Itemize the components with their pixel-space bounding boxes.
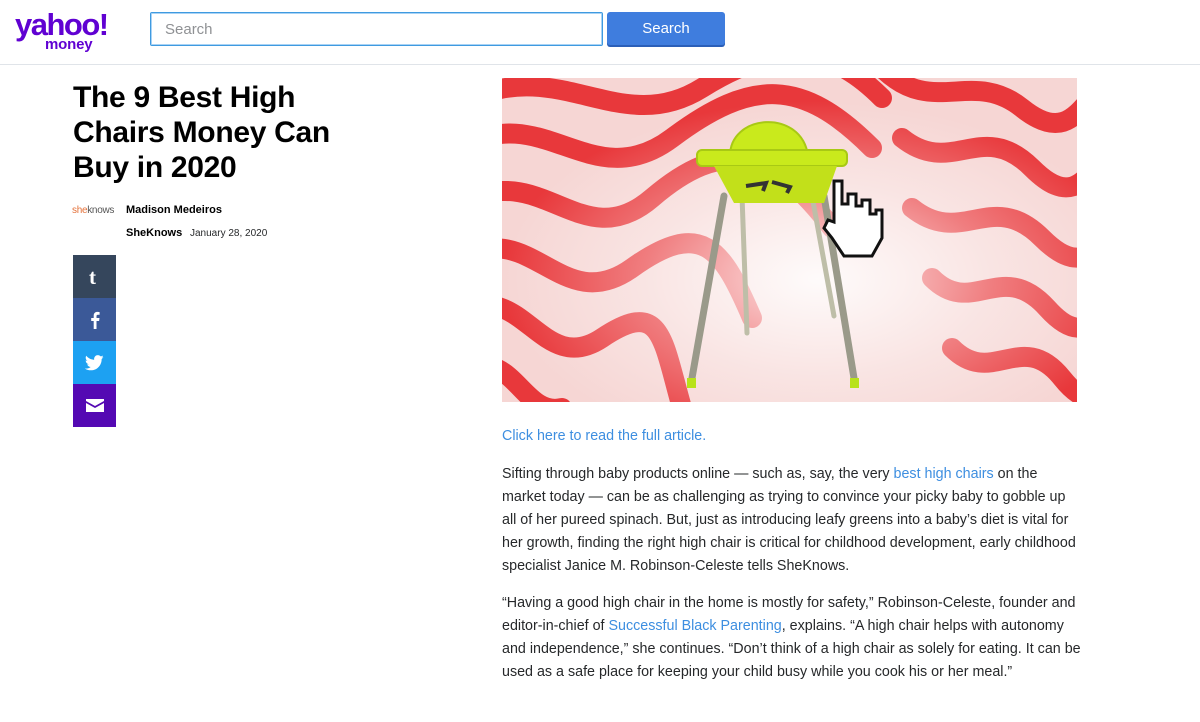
logo-secondary-text: money [45, 36, 93, 53]
successful-black-parenting-link[interactable]: Successful Black Parenting [608, 618, 781, 634]
share-email-button[interactable] [73, 384, 116, 427]
top-header: yahoo! money Search [0, 0, 1200, 65]
twitter-icon [85, 354, 104, 370]
article-body: Click here to read the full article. Sif… [502, 425, 1082, 698]
high-chair-illustration [502, 78, 1077, 402]
svg-text:t: t [89, 267, 96, 287]
share-bar: t [73, 255, 116, 427]
source-logo-part-a: she [72, 205, 88, 216]
tumblr-icon: t [89, 267, 96, 287]
share-tumblr-button[interactable]: t [73, 255, 116, 298]
facebook-icon [90, 311, 100, 329]
source-logo[interactable]: sheknows [72, 205, 114, 216]
search-input[interactable] [150, 12, 603, 46]
article-paragraph-2: “Having a good high chair in the home is… [502, 592, 1082, 684]
source-logo-part-b: knows [87, 205, 115, 216]
publish-date: January 28, 2020 [190, 228, 268, 239]
email-icon [85, 399, 104, 412]
provider-name[interactable]: SheKnows [126, 227, 182, 239]
article-paragraph-1: Sifting through baby products online — s… [502, 463, 1082, 578]
yahoo-money-logo[interactable]: yahoo! money [15, 9, 109, 54]
share-facebook-button[interactable] [73, 298, 116, 341]
best-high-chairs-link[interactable]: best high chairs [894, 466, 994, 482]
article-title: The 9 Best High Chairs Money Can Buy in … [73, 81, 330, 184]
paragraph-1-text-end: on the market today — can be as challeng… [502, 466, 1076, 574]
share-twitter-button[interactable] [73, 341, 116, 384]
hero-image [502, 78, 1077, 402]
author-name[interactable]: Madison Medeiros [126, 204, 222, 216]
paragraph-1-text-start: Sifting through baby products online — s… [502, 466, 894, 482]
read-full-article-link[interactable]: Click here to read the full article. [502, 425, 1082, 448]
search-button[interactable]: Search [607, 12, 725, 45]
